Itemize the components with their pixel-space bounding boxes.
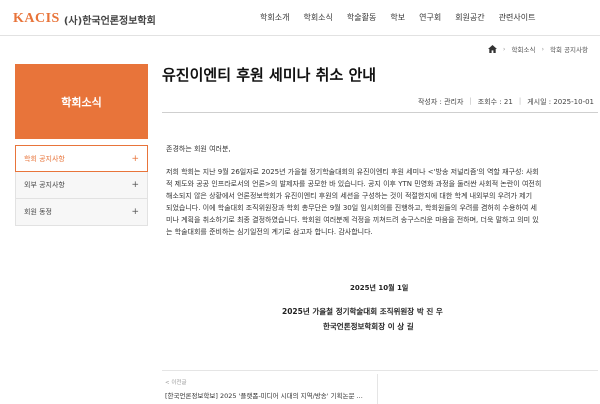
nav-item-about[interactable]: 학회소개 [260, 12, 289, 23]
logo-mark: KACIS [13, 11, 60, 26]
breadcrumb-separator-icon: › [502, 45, 506, 53]
sign-date: 2025년 10월 1일 [350, 284, 409, 292]
post-body-line: 는 학술대회를 준비하는 심기일전의 계기로 삼고자 합니다. 감사합니다. [166, 228, 373, 236]
title-divider [162, 112, 598, 113]
main-nav: 학회소개 학회소식 학술활동 학보 연구회 회원공간 관련사이트 [260, 12, 549, 23]
nav-item-journal[interactable]: 학보 [390, 12, 405, 23]
sidebar-menu: 학회 공지사항 + 외부 공지사항 + 회원 동정 + [15, 145, 148, 226]
post-body-line: 되었습니다. 이에 학술대회 조직위원장과 학회 총무단은 9월 30일 임시회… [166, 204, 537, 212]
site-logo[interactable]: KACIS (사)한국언론정보학회 [13, 9, 156, 29]
breadcrumb-level2[interactable]: 학회 공지사항 [550, 44, 588, 54]
site-header: KACIS (사)한국언론정보학회 학회소개 학회소식 학술활동 학보 연구회 … [0, 0, 600, 36]
prev-post-label: < 이전글 [165, 380, 187, 386]
post-greeting: 존경하는 회원 여러분, [166, 145, 231, 153]
post-author: 작성자 : 관리자 [417, 98, 464, 106]
meta-divider: | [469, 97, 472, 105]
post-views: 조회수 : 21 [477, 98, 513, 106]
post-body-line: 적 제도와 공공 인프라로서의 언론>의 발제자를 공모한 바 있습니다. 공지… [166, 180, 542, 188]
sidebar-item-notices[interactable]: 학회 공지사항 + [15, 145, 148, 172]
nav-item-activities[interactable]: 학술활동 [347, 12, 376, 23]
sidebar-item-label: 회원 동정 [24, 208, 52, 216]
nav-item-research-group[interactable]: 연구회 [419, 12, 441, 23]
post-meta: 작성자 : 관리자 | 조회수 : 21 | 게시일 : 2025-10-01 [412, 97, 594, 107]
sidebar-item-external-notices[interactable]: 외부 공지사항 + [15, 172, 148, 199]
prev-post-title[interactable]: [한국언론정보학보] 2025 '플랫폼-미디어 시대의 지역/방송' 기획논문… [165, 390, 379, 400]
plus-icon: + [131, 153, 139, 164]
breadcrumb-separator-icon: › [541, 45, 545, 53]
home-icon[interactable] [487, 45, 497, 53]
sidebar-item-label: 학회 공지사항 [24, 154, 65, 163]
plus-icon: + [131, 207, 139, 217]
post-title: 유진이엔티 후원 세미나 취소 안내 [162, 66, 377, 84]
nav-item-members[interactable]: 회원공간 [455, 12, 484, 23]
post-body-line: 저희 학회는 지난 9월 26일자로 2025년 가을철 정기학술대회의 유진이… [166, 168, 539, 176]
nav-item-news[interactable]: 학회소식 [303, 12, 332, 23]
signature-line-president: 한국언론정보학회장 이 상 길 [323, 322, 414, 331]
sidebar-item-label: 외부 공지사항 [24, 181, 65, 189]
meta-divider: | [518, 97, 522, 105]
signature-line-chair: 2025년 가을철 정기학술대회 조직위원장 박 진 우 [282, 307, 443, 316]
breadcrumb: › 학회소식 › 학회 공지사항 [487, 44, 588, 54]
prev-post-link[interactable]: < 이전글 [한국언론정보학보] 2025 '플랫폼-미디어 시대의 지역/방송… [162, 374, 378, 404]
sidebar-item-member-news[interactable]: 회원 동정 + [15, 199, 148, 226]
post-date: 게시일 : 2025-10-01 [527, 98, 594, 106]
logo-text: (사)한국언론정보학회 [63, 15, 156, 27]
plus-icon: + [131, 180, 139, 190]
post-body-line: 해소되지 않은 상황에서 언론정보학회가 유진이엔티 후원의 세션을 구성하는 … [166, 192, 533, 200]
breadcrumb-level1[interactable]: 학회소식 [512, 44, 536, 54]
post-body-line: 미나 계획을 취소하기로 최종 결정하였습니다. 학회원 여러분께 걱정을 끼쳐… [166, 216, 539, 224]
post-body: 저희 학회는 지난 9월 26일자로 2025년 가을철 정기학술대회의 유진이… [166, 166, 596, 238]
sidebar-title: 학회소식 [15, 64, 148, 139]
nav-item-related-sites[interactable]: 관련사이트 [499, 12, 536, 23]
post-nav-divider [162, 370, 598, 371]
